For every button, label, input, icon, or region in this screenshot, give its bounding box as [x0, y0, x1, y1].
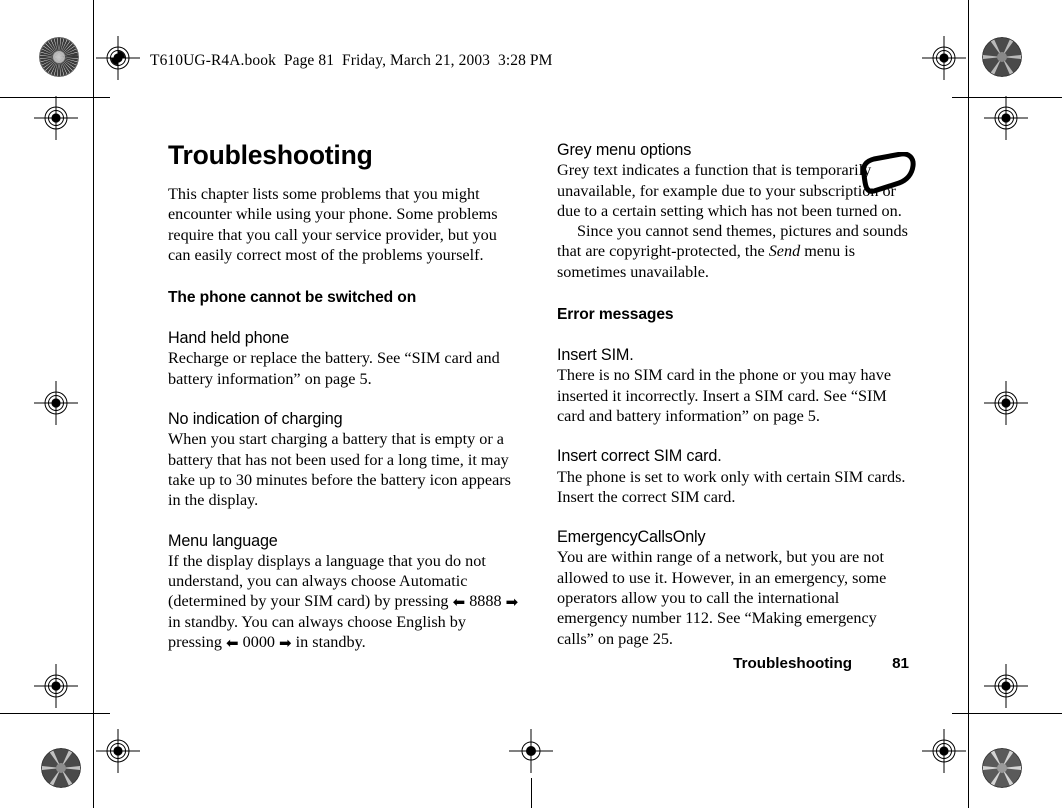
left-column: Troubleshooting This chapter lists some …: [168, 140, 520, 652]
code-english: 0000: [242, 633, 275, 652]
menu-language-text-part3: in standby.: [295, 633, 366, 652]
section-heading-error-messages: Error messages: [557, 306, 674, 324]
right-column: Grey menu options Grey text indicates a …: [557, 140, 909, 649]
left-arrow-key-icon: ⬅: [452, 593, 466, 612]
right-arrow-key-icon: ➡: [279, 634, 292, 653]
send-text-pre: Since you cannot send themes, pictures a…: [557, 222, 908, 261]
subheading-grey-menu-options: Grey menu options: [557, 141, 692, 159]
manual-page: T610UG-R4A.book Page 81 Friday, March 21…: [0, 0, 1062, 808]
paragraph-insert-sim: There is no SIM card in the phone or you…: [557, 366, 892, 425]
subheading-menu-language: Menu language: [168, 531, 278, 550]
intro-paragraph: This chapter lists some problems that yo…: [168, 185, 498, 264]
section-heading-phone-cannot-switch-on: The phone cannot be switched on: [168, 289, 417, 307]
left-arrow-key-icon: ⬅: [226, 634, 239, 653]
paragraph-grey-menu-options-send: Since you cannot send themes, pictures a…: [557, 221, 909, 282]
subheading-hand-held-phone: Hand held phone: [168, 329, 290, 348]
subheading-insert-sim: Insert SIM.: [557, 346, 634, 365]
page-title: Troubleshooting: [168, 140, 373, 170]
footer-chapter-name: Troubleshooting: [733, 655, 853, 672]
paragraph-emergency-calls-only: You are within range of a network, but y…: [557, 548, 887, 648]
paragraph-insert-correct-sim-card: The phone is set to work only with certa…: [557, 467, 906, 506]
send-menu-name: Send: [768, 242, 801, 261]
paragraph-no-indication-of-charging: When you start charging a battery that i…: [168, 430, 511, 510]
footer-page-number: 81: [892, 655, 909, 672]
page-footer: Troubleshooting 81: [557, 655, 909, 672]
paragraph-menu-language: If the display displays a language that …: [168, 551, 520, 652]
menu-language-text-part1: If the display displays a language that …: [168, 551, 486, 611]
page-content: Troubleshooting This chapter lists some …: [0, 0, 1062, 808]
subheading-no-indication-of-charging: No indication of charging: [168, 410, 343, 429]
paragraph-grey-menu-options: Grey text indicates a function that is t…: [557, 161, 902, 220]
subheading-emergency-calls-only: EmergencyCallsOnly: [557, 528, 706, 547]
right-arrow-key-icon: ➡: [505, 593, 519, 612]
subheading-insert-correct-sim-card: Insert correct SIM card.: [557, 447, 722, 466]
paragraph-hand-held-phone: Recharge or replace the battery. See “SI…: [168, 349, 500, 388]
code-automatic: 8888: [469, 592, 502, 611]
